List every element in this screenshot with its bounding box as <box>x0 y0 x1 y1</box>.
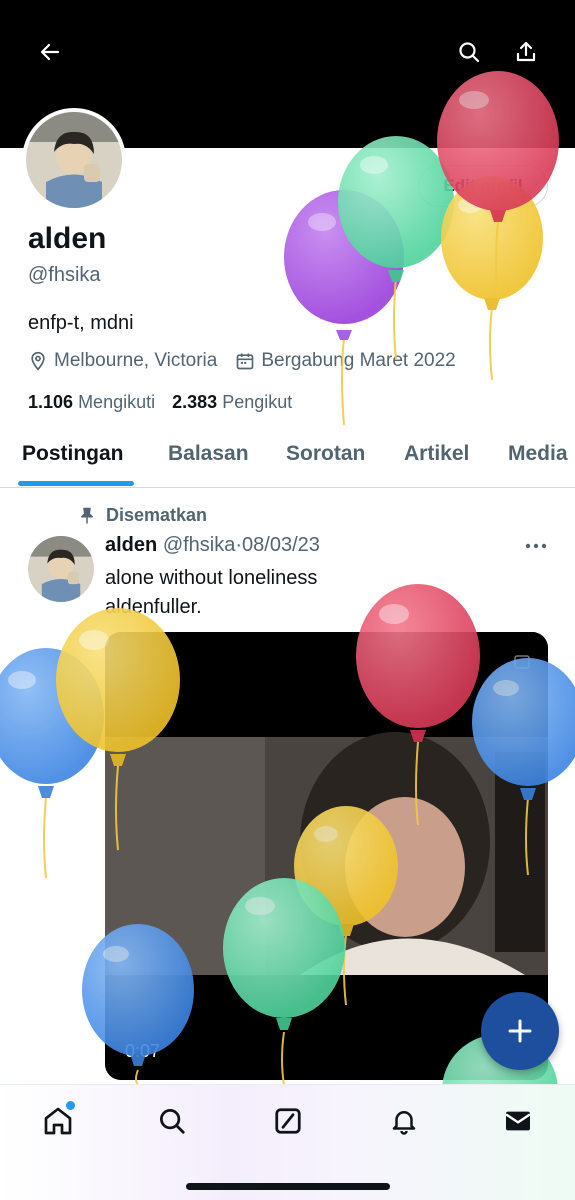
pinned-text: Disematkan <box>106 505 208 525</box>
tab-balasan[interactable]: Balasan <box>168 442 249 466</box>
joined-text: Bergabung Maret 2022 <box>261 350 456 371</box>
post-date[interactable]: 08/03/23 <box>242 534 320 556</box>
profile-tabs: Postingan Balasan Sorotan Artikel Media <box>0 428 575 488</box>
active-tab-indicator <box>18 481 134 486</box>
search-icon <box>160 1109 185 1134</box>
location-text: Melbourne, Victoria <box>54 350 218 371</box>
search-button[interactable] <box>451 34 487 70</box>
tab-sorotan[interactable]: Sorotan <box>286 442 365 466</box>
profile-avatar[interactable] <box>22 108 126 212</box>
balloon-purple <box>284 190 404 426</box>
location-pin-icon <box>31 351 45 371</box>
edit-profile-button[interactable]: Edit profil <box>418 165 548 207</box>
notification-dot <box>66 1101 75 1110</box>
post-author-name[interactable]: alden <box>105 534 157 556</box>
post-more-button[interactable] <box>518 534 554 558</box>
compose-button[interactable] <box>481 992 559 1070</box>
nav-search[interactable] <box>154 1103 190 1139</box>
share-button[interactable] <box>508 34 544 70</box>
profile-name: alden <box>28 222 107 255</box>
profile-handle: @fhsika <box>28 264 101 286</box>
nav-grok[interactable] <box>270 1103 306 1139</box>
post-video[interactable]: 0:07 <box>105 632 548 1080</box>
search-icon <box>459 42 480 63</box>
profile-meta: Melbourne, Victoria Bergabung Maret 2022 <box>28 350 474 372</box>
more-dots-icon <box>525 543 547 549</box>
home-indicator <box>186 1183 390 1190</box>
nav-messages[interactable] <box>500 1103 536 1139</box>
post-author-handle[interactable]: @fhsika <box>163 534 236 556</box>
grok-icon <box>275 1108 301 1134</box>
followers-label: Pengikut <box>222 392 293 412</box>
video-thumbnail <box>105 632 548 1080</box>
avatar-image <box>26 112 122 208</box>
post-author-avatar[interactable] <box>28 536 94 602</box>
nav-home[interactable] <box>40 1101 76 1139</box>
pin-icon <box>81 507 93 523</box>
joined-item: Bergabung Maret 2022 <box>235 350 456 372</box>
followers-link[interactable]: 2.383 Pengikut <box>172 392 292 412</box>
tab-postingan[interactable]: Postingan <box>22 442 124 466</box>
balloon-blue-left <box>0 648 104 879</box>
following-link[interactable]: 1.106 Mengikuti <box>28 392 155 412</box>
post-header: alden @fhsika·08/03/23 <box>105 534 320 557</box>
mail-icon <box>505 1111 531 1131</box>
post-text: alone without loneliness aldenfuller. <box>105 564 545 622</box>
video-duration: 0:07 <box>125 1041 161 1061</box>
pinned-label: Disematkan <box>78 505 207 526</box>
calendar-icon <box>237 353 254 370</box>
following-label: Mengikuti <box>78 392 156 412</box>
followers-count: 2.383 <box>172 392 218 412</box>
plus-icon <box>508 1019 532 1043</box>
follow-stats: 1.106 Mengikuti 2.383 Pengikut <box>28 392 304 413</box>
back-button[interactable] <box>32 34 68 70</box>
share-icon <box>516 41 536 62</box>
nav-notifications[interactable] <box>386 1103 422 1139</box>
location-item: Melbourne, Victoria <box>28 350 217 372</box>
avatar-image <box>28 536 94 602</box>
tab-media[interactable]: Media <box>508 442 568 466</box>
post-text-line1: alone without loneliness <box>105 567 318 589</box>
tab-artikel[interactable]: Artikel <box>404 442 469 466</box>
arrow-left-icon <box>40 43 60 61</box>
profile-bio: enfp-t, mdni <box>28 312 134 334</box>
post-text-line2: aldenfuller. <box>105 596 202 618</box>
following-count: 1.106 <box>28 392 74 412</box>
bell-icon <box>392 1111 416 1135</box>
